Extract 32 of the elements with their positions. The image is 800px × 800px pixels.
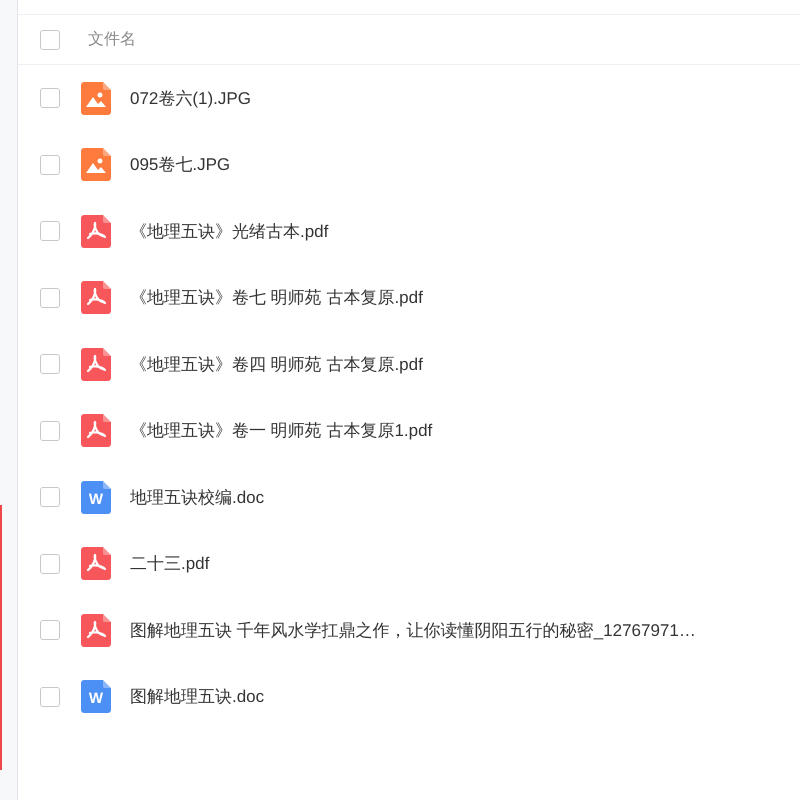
file-name[interactable]: 图解地理五诀 千年风水学扛鼎之作，让你读懂阴阳五行的秘密_12767971… — [130, 618, 696, 642]
checkbox[interactable] — [40, 88, 60, 108]
pdf-file-icon — [81, 214, 111, 248]
file-name[interactable]: 二十三.pdf — [130, 552, 210, 576]
word-file-icon: W — [81, 680, 111, 714]
file-name[interactable]: 《地理五诀》卷四 明师苑 古本复原.pdf — [130, 352, 423, 376]
word-file-icon: W — [81, 480, 111, 514]
checkbox[interactable] — [40, 487, 60, 508]
checkbox[interactable] — [40, 354, 60, 374]
pdf-file-icon — [81, 348, 111, 381]
pdf-file-icon — [81, 281, 111, 314]
pdf-file-icon — [81, 614, 111, 647]
image-file-icon — [81, 148, 111, 182]
checkbox[interactable] — [40, 221, 60, 242]
checkbox[interactable] — [40, 154, 60, 175]
file-name[interactable]: 《地理五诀》卷七 明师苑 古本复原.pdf — [130, 286, 423, 310]
checkbox[interactable] — [40, 686, 60, 707]
checkbox[interactable] — [40, 420, 60, 441]
file-name[interactable]: 图解地理五诀.doc — [130, 685, 264, 708]
checkbox[interactable] — [40, 288, 60, 308]
checkbox[interactable] — [40, 30, 60, 50]
file-name[interactable]: 《地理五诀》卷一 明师苑 古本复原1.pdf — [130, 419, 432, 442]
file-name[interactable]: 地理五诀校编.doc — [130, 486, 264, 509]
image-file-icon — [81, 82, 111, 115]
column-header: 文件名 — [88, 30, 136, 50]
file-name[interactable]: 095卷七.JPG — [130, 153, 230, 176]
pdf-file-icon — [81, 547, 111, 580]
checkbox[interactable] — [40, 554, 60, 574]
pdf-file-icon — [81, 414, 111, 448]
file-name[interactable]: 072卷六(1).JPG — [130, 86, 251, 110]
file-name[interactable]: 《地理五诀》光绪古本.pdf — [130, 220, 328, 243]
checkbox[interactable] — [40, 620, 60, 640]
